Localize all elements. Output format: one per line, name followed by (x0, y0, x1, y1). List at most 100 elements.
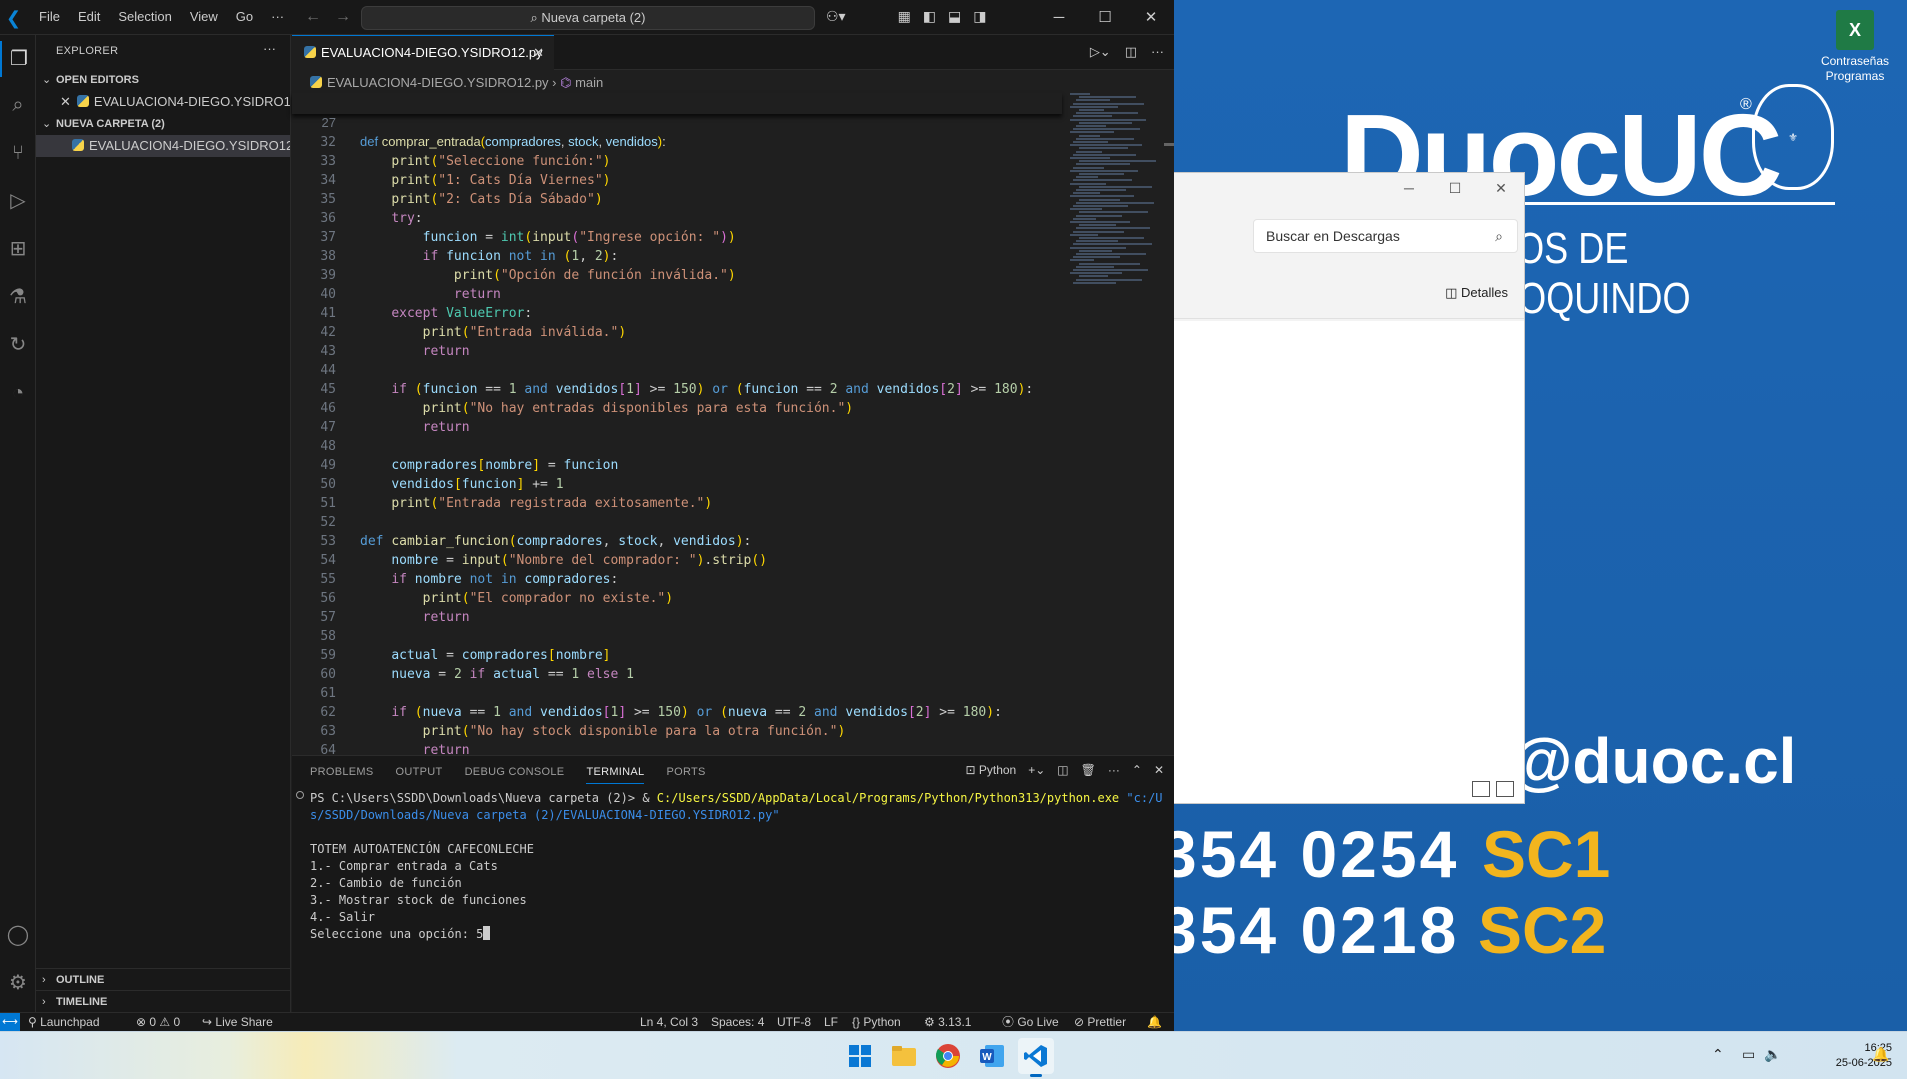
tab-evaluacion4[interactable]: EVALUACION4-DIEGO.YSIDRO12.py ✕ (292, 35, 554, 70)
details-button[interactable]: ◫ Detalles (1445, 285, 1508, 301)
code-line[interactable]: 55 if nombre not in compradores: (292, 570, 1062, 589)
code-line[interactable]: 41 except ValueError: (292, 304, 1062, 323)
accounts-icon[interactable]: ◯ (0, 917, 36, 953)
start-button[interactable] (842, 1038, 878, 1074)
kill-terminal-icon[interactable]: 🗑 (1081, 763, 1096, 777)
code-line[interactable]: 46 print("No hay entradas disponibles pa… (292, 399, 1062, 418)
code-line[interactable]: 62 if (nueva == 1 and vendidos[1] >= 150… (292, 703, 1062, 722)
code-line[interactable]: 52 (292, 513, 1062, 532)
tab-terminal[interactable]: TERMINAL (586, 766, 645, 784)
extensions-icon[interactable]: ⊞ (0, 231, 36, 267)
launchpad-status[interactable]: ⚲ Launchpad (28, 1013, 100, 1031)
file-tree-item[interactable]: EVALUACION4-DIEGO.YSIDRO12.py (36, 135, 290, 157)
code-line[interactable]: 45 if (funcion == 1 and vendidos[1] >= 1… (292, 380, 1062, 399)
menu-go[interactable]: Go (227, 9, 262, 24)
forward-arrow-icon[interactable]: → (335, 8, 351, 26)
explorer-icon[interactable]: ❐ (0, 41, 36, 77)
remote-indicator-icon[interactable]: ⟷ (0, 1013, 20, 1032)
back-arrow-icon[interactable]: ← (305, 8, 321, 26)
code-line[interactable]: 54 nombre = input("Nombre del comprador:… (292, 551, 1062, 570)
toggle-panel-icon[interactable]: ⬓ (948, 8, 961, 25)
more-actions-icon[interactable]: ··· (1108, 763, 1120, 777)
details-view-icon[interactable] (1472, 781, 1490, 797)
language-status[interactable]: {} Python (852, 1013, 901, 1031)
folder-section[interactable]: ⌄ NUEVA CARPETA (2) (36, 113, 290, 135)
code-line[interactable]: 56 print("El comprador no existe.") (292, 589, 1062, 608)
code-line[interactable]: 44 (292, 361, 1062, 380)
open-editor-item[interactable]: ✕ EVALUACION4-DIEGO.YSIDRO12.py (36, 91, 290, 113)
python-version-status[interactable]: ⚙ 3.13.1 (924, 1013, 971, 1031)
live-share-status[interactable]: ↪ Live Share (202, 1013, 273, 1031)
vscode-taskbar-button[interactable] (1018, 1038, 1054, 1077)
split-editor-icon[interactable]: ◫ (1125, 44, 1137, 60)
terminal-profile[interactable]: ⊡ Python (965, 763, 1016, 777)
code-line[interactable]: 63 print("No hay stock disponible para l… (292, 722, 1062, 741)
code-line[interactable]: 58 (292, 627, 1062, 646)
prettier-status[interactable]: ⊘ Prettier (1074, 1013, 1126, 1031)
code-line[interactable]: 64 return (292, 741, 1062, 755)
timeline-section[interactable]: › TIMELINE (36, 990, 290, 1012)
code-line[interactable]: 50 vendidos[funcion] += 1 (292, 475, 1062, 494)
maximize-button[interactable]: ☐ (1082, 0, 1128, 35)
desktop-icon-contrasenas[interactable]: X Contraseñas Programas (1810, 6, 1900, 84)
minimap[interactable] (1070, 93, 1160, 293)
encoding-status[interactable]: UTF-8 (777, 1013, 811, 1031)
search-input[interactable]: Buscar en Descargas ⌕ (1253, 219, 1518, 253)
toggle-sidebar-icon[interactable]: ◧ (923, 8, 936, 25)
close-icon[interactable]: ✕ (60, 94, 71, 109)
volume-icon[interactable]: 🔈 (1764, 1046, 1781, 1063)
tab-output[interactable]: OUTPUT (396, 766, 443, 784)
menu-view[interactable]: View (181, 9, 227, 24)
notification-bell-icon[interactable]: 🔔 (1872, 1046, 1889, 1063)
code-editor[interactable]: 32 33 print("Seleccione función:") 34 prin… (292, 93, 1062, 755)
code-line[interactable]: 43 return (292, 342, 1062, 361)
search-icon[interactable]: ⌕ (0, 87, 36, 123)
close-panel-icon[interactable]: ✕ (1154, 763, 1164, 777)
code-line[interactable]: 59 actual = compradores[nombre] (292, 646, 1062, 665)
terminal-prompt-line[interactable]: Seleccione una opción: 5 (310, 926, 1162, 943)
toggle-secondary-sidebar-icon[interactable]: ◨ (973, 8, 986, 25)
open-editors-section[interactable]: ⌄ OPEN EDITORS (36, 69, 290, 91)
code-line[interactable]: 39 print("Opción de función inválida.") (292, 266, 1062, 285)
new-terminal-icon[interactable]: +⌄ (1028, 763, 1045, 777)
tab-debug-console[interactable]: DEBUG CONSOLE (465, 766, 565, 784)
tab-problems[interactable]: PROBLEMS (310, 766, 374, 784)
scrollbar[interactable] (1164, 143, 1174, 146)
menu-more[interactable]: ··· (262, 9, 293, 24)
split-terminal-icon[interactable]: ◫ (1057, 763, 1068, 777)
testing-icon[interactable]: ⚗ (0, 279, 36, 315)
tab-ports[interactable]: PORTS (666, 766, 705, 784)
code-line[interactable]: 36 try: (292, 209, 1062, 228)
maximize-button[interactable]: ☐ (1432, 173, 1478, 203)
code-line[interactable]: 33 print("Seleccione función:") (292, 152, 1062, 171)
remote-explorer-icon[interactable]: ↻ (0, 327, 36, 363)
code-line[interactable]: 49 compradores[nombre] = funcion (292, 456, 1062, 475)
code-line[interactable]: 34 print("1: Cats Día Viernes") (292, 171, 1062, 190)
sticky-scroll-line[interactable]: 27 def comprar_entrada(compradores, stoc… (292, 93, 1062, 149)
code-line[interactable]: 42 print("Entrada inválida.") (292, 323, 1062, 342)
outline-section[interactable]: › OUTLINE (36, 968, 290, 990)
breadcrumb-symbol[interactable]: main (575, 75, 603, 90)
code-line[interactable]: 57 return (292, 608, 1062, 627)
command-center[interactable]: ⌕ Nueva carpeta (2) (361, 6, 815, 30)
word-taskbar-button[interactable]: W (974, 1038, 1010, 1074)
manage-gear-icon[interactable]: ⚙ (0, 965, 36, 1001)
run-python-icon[interactable]: ▷⌄ (1090, 44, 1111, 60)
chrome-taskbar-button[interactable] (930, 1038, 966, 1074)
show-hidden-icons-icon[interactable]: ⌃ (1712, 1046, 1724, 1063)
code-line[interactable]: 37 funcion = int(input("Ingrese opción: … (292, 228, 1062, 247)
cursor-position[interactable]: Ln 4, Col 3 (640, 1013, 698, 1031)
more-actions-icon[interactable]: ··· (263, 41, 276, 56)
indentation-status[interactable]: Spaces: 4 (711, 1013, 764, 1031)
minimize-button[interactable]: ─ (1386, 173, 1432, 203)
notifications-bell-icon[interactable]: 🔔 (1147, 1013, 1162, 1031)
gitlens-icon[interactable]: ◔ (0, 375, 36, 411)
code-line[interactable]: 60 nueva = 2 if actual == 1 else 1 (292, 665, 1062, 684)
go-live-status[interactable]: ⦿ Go Live (1002, 1013, 1059, 1031)
code-line[interactable]: 47 return (292, 418, 1062, 437)
customize-layout-icon[interactable]: ▦ (898, 8, 911, 25)
menu-file[interactable]: File (30, 9, 69, 24)
file-list-area[interactable] (1151, 321, 1524, 803)
maximize-panel-icon[interactable]: ⌃ (1132, 763, 1142, 777)
problems-status[interactable]: ⊗ 0 ⚠ 0 (136, 1013, 180, 1031)
